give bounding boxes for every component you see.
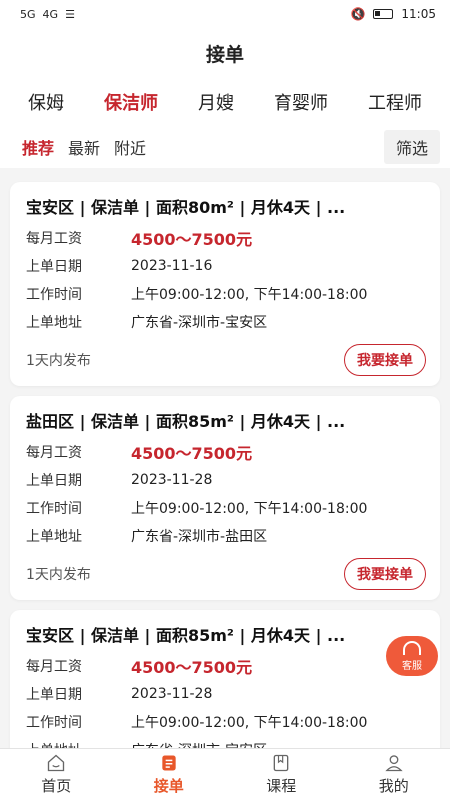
hours-value: 上午09:00-12:00, 下午14:00-18:00 — [131, 287, 368, 303]
nav-home[interactable]: 首页 — [0, 749, 113, 800]
hours-row: 工作时间 上午09:00-12:00, 下午14:00-18:00 — [26, 708, 426, 736]
address-label: 上单地址 — [26, 315, 82, 331]
card-footer: 1天内发布 我要接单 — [26, 558, 426, 590]
nav-profile[interactable]: 我的 — [338, 749, 450, 800]
clock: 11:05 — [401, 7, 436, 21]
wifi-icon: ☰ — [65, 7, 75, 21]
nav-orders-label: 接单 — [153, 777, 184, 795]
job-card[interactable]: 宝安区 | 保洁单 | 面积85m² | 月休4天 | ... 每月工资 450… — [10, 610, 440, 748]
salary-row: 每月工资 4500～7500元 — [26, 652, 426, 680]
bottom-nav: 首页 接单 课程 我的 — [0, 748, 450, 800]
home-icon — [48, 754, 65, 772]
job-title: 宝安区 | 保洁单 | 面积80m² | 月休4天 | ... — [26, 198, 346, 217]
salary-label: 每月工资 — [26, 445, 82, 461]
take-order-button[interactable]: 我要接单 — [344, 344, 426, 376]
posted-time: 1天内发布 — [26, 567, 91, 583]
address-value: 广东省-深圳市-宝安区 — [131, 740, 267, 748]
date-label: 上单日期 — [26, 259, 82, 275]
hours-label: 工作时间 — [26, 715, 82, 731]
date-row: 上单日期 2023-11-28 — [26, 466, 426, 494]
job-list[interactable]: 宝安区 | 保洁单 | 面积80m² | 月休4天 | ... 每月工资 450… — [0, 176, 450, 748]
nav-orders[interactable]: 接单 — [113, 749, 226, 800]
job-card[interactable]: 盐田区 | 保洁单 | 面积85m² | 月休4天 | ... 每月工资 450… — [10, 396, 440, 600]
salary-row: 每月工资 4500～7500元 — [26, 224, 426, 252]
hours-label: 工作时间 — [26, 501, 82, 517]
tab-cleaner[interactable]: 保洁师 — [102, 85, 160, 119]
nav-home-label: 首页 — [41, 777, 72, 795]
date-label: 上单日期 — [26, 473, 82, 489]
address-label: 上单地址 — [26, 740, 131, 748]
address-row: 上单地址 广东省-深圳市-盐田区 — [26, 522, 426, 550]
filter-nearby[interactable]: 附近 — [114, 135, 146, 159]
date-value: 2023-11-28 — [131, 686, 213, 702]
signal-4g: 4G — [42, 7, 59, 21]
mute-icon: 🔇 — [350, 7, 366, 21]
signal-5g: 5G — [20, 7, 36, 21]
status-bar: 5G 4G ☰ 🔇 11:05 — [0, 0, 450, 28]
customer-service-label: 客服 — [402, 660, 422, 672]
date-value: 2023-11-28 — [131, 472, 213, 488]
posted-time: 1天内发布 — [26, 353, 91, 369]
address-row: 上单地址 广东省-深圳市-宝安区 — [26, 736, 426, 748]
hours-label: 工作时间 — [26, 287, 82, 303]
salary-label: 每月工资 — [26, 231, 82, 247]
tab-nanny[interactable]: 保姆 — [26, 85, 66, 119]
tab-maternity[interactable]: 月嫂 — [196, 85, 236, 119]
page-title: 接单 — [0, 28, 450, 78]
job-title: 宝安区 | 保洁单 | 面积85m² | 月休4天 | ... — [26, 626, 346, 645]
job-title: 盐田区 | 保洁单 | 面积85m² | 月休4天 | ... — [26, 412, 346, 431]
date-label: 上单日期 — [26, 687, 82, 703]
address-row: 上单地址 广东省-深圳市-宝安区 — [26, 308, 426, 336]
headset-icon — [403, 640, 421, 655]
battery-icon — [373, 9, 394, 19]
profile-icon — [385, 755, 403, 772]
tab-engineer[interactable]: 工程师 — [366, 85, 424, 119]
date-row: 上单日期 2023-11-16 — [26, 252, 426, 280]
hours-row: 工作时间 上午09:00-12:00, 下午14:00-18:00 — [26, 494, 426, 522]
filter-recommended[interactable]: 推荐 — [22, 135, 54, 159]
filter-button[interactable]: 筛选 — [383, 130, 440, 164]
address-label: 上单地址 — [26, 529, 82, 545]
date-row: 上单日期 2023-11-28 — [26, 680, 426, 708]
hours-value: 上午09:00-12:00, 下午14:00-18:00 — [131, 715, 368, 731]
nav-course[interactable]: 课程 — [225, 749, 338, 800]
salary-row: 每月工资 4500～7500元 — [26, 438, 426, 466]
salary-label: 每月工资 — [26, 659, 82, 675]
date-value: 2023-11-16 — [131, 258, 213, 274]
customer-service-button[interactable]: 客服 — [386, 636, 438, 676]
nav-profile-label: 我的 — [378, 777, 409, 795]
nav-course-label: 课程 — [266, 777, 297, 795]
address-value: 广东省-深圳市-盐田区 — [131, 529, 268, 545]
salary-value: 4500～7500元 — [131, 444, 253, 463]
salary-value: 4500～7500元 — [131, 658, 253, 677]
course-icon — [273, 754, 289, 772]
status-right: 🔇 11:05 — [350, 7, 436, 21]
salary-value: 4500～7500元 — [131, 230, 253, 249]
filter-latest[interactable]: 最新 — [68, 135, 100, 159]
orders-icon — [162, 755, 176, 771]
take-order-button[interactable]: 我要接单 — [344, 558, 426, 590]
hours-row: 工作时间 上午09:00-12:00, 下午14:00-18:00 — [26, 280, 426, 308]
status-icons: 5G 4G ☰ — [20, 8, 75, 21]
card-footer: 1天内发布 我要接单 — [26, 344, 426, 376]
job-card[interactable]: 宝安区 | 保洁单 | 面积80m² | 月休4天 | ... 每月工资 450… — [10, 182, 440, 386]
tab-infant-care[interactable]: 育婴师 — [272, 85, 330, 119]
address-value: 广东省-深圳市-宝安区 — [131, 315, 268, 331]
filter-row: 推荐 最新 附近 筛选 — [0, 126, 450, 168]
hours-value: 上午09:00-12:00, 下午14:00-18:00 — [131, 501, 368, 517]
category-tabs: 保姆 保洁师 月嫂 育婴师 工程师 — [0, 78, 450, 126]
